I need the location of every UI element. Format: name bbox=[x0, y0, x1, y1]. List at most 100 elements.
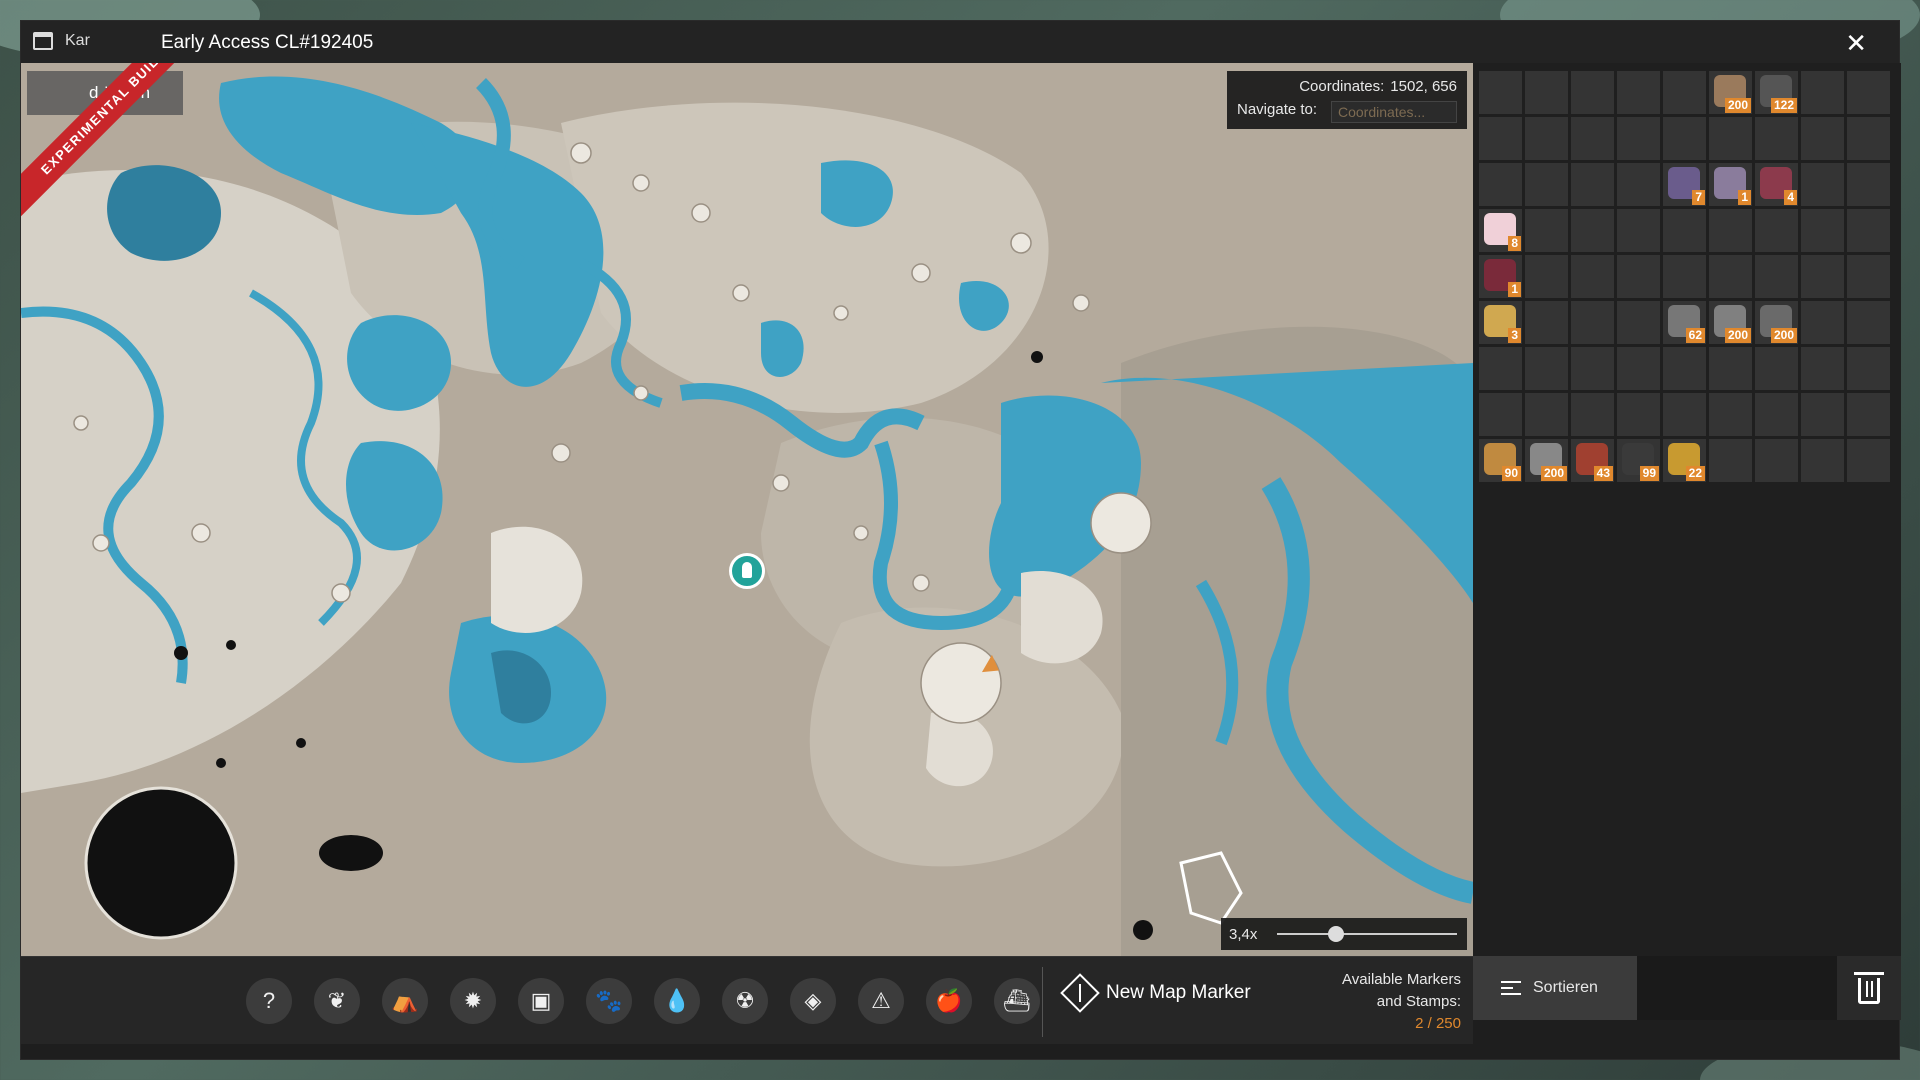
inventory-slot[interactable] bbox=[1525, 71, 1568, 114]
inventory-slot[interactable] bbox=[1801, 209, 1844, 252]
stamp-crystal-button[interactable]: ◈ bbox=[790, 978, 836, 1024]
inventory-slot[interactable] bbox=[1617, 393, 1660, 436]
inventory-slot[interactable] bbox=[1847, 347, 1890, 390]
inventory-slot[interactable]: 62 bbox=[1663, 301, 1706, 344]
inventory-slot[interactable] bbox=[1755, 117, 1798, 160]
inventory-slot[interactable] bbox=[1709, 393, 1752, 436]
inventory-slot[interactable] bbox=[1801, 163, 1844, 206]
inventory-slot[interactable] bbox=[1525, 163, 1568, 206]
inventory-slot[interactable] bbox=[1525, 117, 1568, 160]
inventory-slot[interactable] bbox=[1801, 301, 1844, 344]
inventory-slot[interactable] bbox=[1571, 163, 1614, 206]
inventory-slot[interactable] bbox=[1709, 439, 1752, 482]
stamp-camp-button[interactable]: ⛺ bbox=[382, 978, 428, 1024]
inventory-slot[interactable] bbox=[1525, 255, 1568, 298]
inventory-slot[interactable]: 43 bbox=[1571, 439, 1614, 482]
inventory-slot[interactable] bbox=[1479, 117, 1522, 160]
inventory-slot[interactable] bbox=[1801, 347, 1844, 390]
inventory-slot[interactable]: 200 bbox=[1755, 301, 1798, 344]
inventory-slot[interactable] bbox=[1755, 347, 1798, 390]
inventory-slot[interactable] bbox=[1801, 117, 1844, 160]
stamp-water-drop-button[interactable]: 💧 bbox=[654, 978, 700, 1024]
sort-button[interactable]: Sortieren bbox=[1473, 956, 1637, 1020]
inventory-slot[interactable] bbox=[1709, 347, 1752, 390]
inventory-slot[interactable] bbox=[1847, 163, 1890, 206]
inventory-slot[interactable] bbox=[1709, 209, 1752, 252]
trash-button[interactable] bbox=[1837, 956, 1901, 1020]
player-location-marker[interactable] bbox=[729, 553, 765, 589]
inventory-slot[interactable]: 4 bbox=[1755, 163, 1798, 206]
inventory-slot[interactable] bbox=[1571, 301, 1614, 344]
inventory-slot[interactable] bbox=[1479, 71, 1522, 114]
inventory-slot[interactable] bbox=[1663, 393, 1706, 436]
inventory-slot[interactable]: 8 bbox=[1479, 209, 1522, 252]
stamp-chest-button[interactable]: ▣ bbox=[518, 978, 564, 1024]
inventory-slot[interactable] bbox=[1571, 71, 1614, 114]
inventory-slot[interactable] bbox=[1617, 117, 1660, 160]
inventory-slot[interactable] bbox=[1847, 393, 1890, 436]
inventory-slot[interactable] bbox=[1847, 117, 1890, 160]
inventory-slot[interactable] bbox=[1571, 255, 1614, 298]
map-view[interactable]: EXPERIMENTAL BUILD d öffnen Coordinates:… bbox=[21, 63, 1473, 956]
inventory-slot[interactable] bbox=[1525, 347, 1568, 390]
inventory-slot[interactable]: 22 bbox=[1663, 439, 1706, 482]
inventory-slot[interactable]: 99 bbox=[1617, 439, 1660, 482]
stamp-food-button[interactable]: 🍎 bbox=[926, 978, 972, 1024]
inventory-slot[interactable] bbox=[1617, 255, 1660, 298]
stamp-paw-button[interactable]: 🐾 bbox=[586, 978, 632, 1024]
zoom-slider[interactable] bbox=[1277, 926, 1457, 942]
inventory-slot[interactable] bbox=[1571, 347, 1614, 390]
inventory-slot[interactable] bbox=[1479, 393, 1522, 436]
inventory-slot[interactable] bbox=[1755, 209, 1798, 252]
inventory-slot[interactable] bbox=[1755, 393, 1798, 436]
inventory-slot[interactable] bbox=[1847, 255, 1890, 298]
inventory-slot[interactable] bbox=[1801, 393, 1844, 436]
inventory-slot[interactable] bbox=[1617, 301, 1660, 344]
inventory-slot[interactable]: 200 bbox=[1709, 71, 1752, 114]
inventory-slot[interactable] bbox=[1663, 255, 1706, 298]
new-map-marker-button[interactable]: New Map Marker bbox=[1060, 973, 1251, 1013]
inventory-slot[interactable] bbox=[1525, 393, 1568, 436]
inventory-slot[interactable] bbox=[1847, 301, 1890, 344]
inventory-slot[interactable] bbox=[1847, 439, 1890, 482]
inventory-slot[interactable] bbox=[1525, 301, 1568, 344]
stamp-bug-button[interactable]: ✹ bbox=[450, 978, 496, 1024]
inventory-slot[interactable] bbox=[1525, 209, 1568, 252]
inventory-slot[interactable] bbox=[1663, 71, 1706, 114]
inventory-slot[interactable] bbox=[1663, 117, 1706, 160]
inventory-slot[interactable]: 122 bbox=[1755, 71, 1798, 114]
stamp-radiation-button[interactable]: ☢ bbox=[722, 978, 768, 1024]
inventory-slot[interactable] bbox=[1479, 347, 1522, 390]
inventory-slot[interactable] bbox=[1571, 117, 1614, 160]
close-button[interactable]: ✕ bbox=[1845, 28, 1867, 59]
zoom-slider-thumb[interactable] bbox=[1328, 926, 1345, 942]
inventory-slot[interactable]: 7 bbox=[1663, 163, 1706, 206]
inventory-slot[interactable] bbox=[1755, 255, 1798, 298]
inventory-slot[interactable] bbox=[1709, 255, 1752, 298]
inventory-slot[interactable] bbox=[1847, 71, 1890, 114]
inventory-slot[interactable] bbox=[1801, 255, 1844, 298]
stamp-question-button[interactable]: ? bbox=[246, 978, 292, 1024]
inventory-slot[interactable]: 3 bbox=[1479, 301, 1522, 344]
inventory-slot[interactable] bbox=[1755, 439, 1798, 482]
inventory-slot[interactable] bbox=[1617, 163, 1660, 206]
inventory-slot[interactable] bbox=[1663, 209, 1706, 252]
inventory-slot[interactable]: 1 bbox=[1709, 163, 1752, 206]
inventory-slot[interactable] bbox=[1571, 393, 1614, 436]
inventory-slot[interactable] bbox=[1617, 71, 1660, 114]
inventory-slot[interactable]: 200 bbox=[1709, 301, 1752, 344]
inventory-slot[interactable] bbox=[1847, 209, 1890, 252]
stamp-wreck-button[interactable]: ⛴ bbox=[994, 978, 1040, 1024]
inventory-slot[interactable]: 90 bbox=[1479, 439, 1522, 482]
inventory-slot[interactable]: 200 bbox=[1525, 439, 1568, 482]
inventory-slot[interactable] bbox=[1617, 209, 1660, 252]
inventory-slot[interactable] bbox=[1617, 347, 1660, 390]
inventory-slot[interactable]: 1 bbox=[1479, 255, 1522, 298]
stamp-warning-button[interactable]: ⚠ bbox=[858, 978, 904, 1024]
inventory-slot[interactable] bbox=[1709, 117, 1752, 160]
inventory-slot[interactable] bbox=[1571, 209, 1614, 252]
stamp-leaf-button[interactable]: ❦ bbox=[314, 978, 360, 1024]
inventory-slot[interactable] bbox=[1801, 439, 1844, 482]
inventory-slot[interactable] bbox=[1663, 347, 1706, 390]
inventory-slot[interactable] bbox=[1801, 71, 1844, 114]
